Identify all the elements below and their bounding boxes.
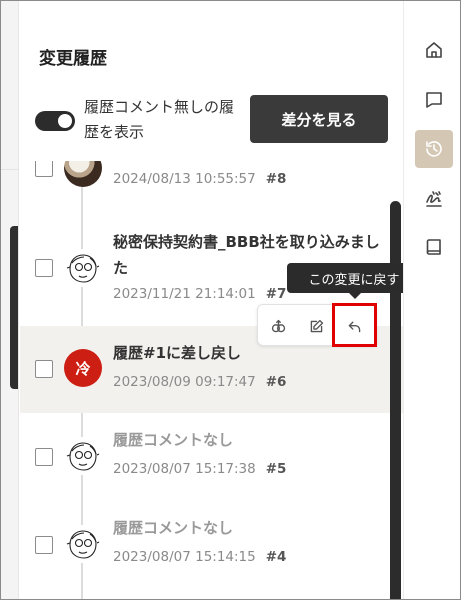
history-panel-frame: 変更履歴 履歴コメント無しの履歴を表示 差分を見る 2024/08/13 10:… (0, 0, 461, 600)
history-checkbox[interactable] (35, 360, 53, 378)
history-date: 2024/08/13 10:55:57 (113, 171, 256, 187)
book-icon (426, 239, 441, 255)
history-date: 2023/08/09 09:17:47 (113, 374, 256, 390)
right-icon-rail (403, 1, 460, 599)
sketch-face-icon (66, 254, 100, 283)
history-checkbox[interactable] (35, 536, 53, 554)
compare-button[interactable] (260, 305, 296, 347)
history-date: 2023/08/07 15:14:15 (113, 549, 256, 565)
rail-book[interactable] (415, 228, 453, 266)
rail-history[interactable] (415, 130, 453, 168)
view-diff-button[interactable]: 差分を見る (250, 95, 388, 143)
comment-icon (426, 92, 442, 108)
rail-home[interactable] (415, 31, 453, 69)
history-checkbox[interactable] (35, 259, 53, 277)
history-scrollbar[interactable] (390, 201, 401, 599)
history-item[interactable]: 履歴コメントなし 2023/08/07 15:14:15 #4 (20, 501, 403, 599)
avatar (64, 161, 102, 187)
history-number: #4 (265, 549, 287, 565)
tooltip: この変更に戻す (287, 263, 421, 299)
rail-signature[interactable] (415, 180, 453, 218)
history-icon (426, 141, 442, 157)
history-item[interactable]: 2024/08/13 10:55:57 #8 (20, 161, 403, 201)
avatar (64, 437, 102, 475)
sketch-face-icon (66, 442, 100, 471)
history-number: #5 (265, 461, 287, 477)
edit-icon (310, 319, 323, 332)
avatar: 冷 (64, 349, 102, 387)
edit-comment-button[interactable] (298, 305, 334, 347)
tooltip-text: この変更に戻す (308, 272, 400, 288)
rail-comments[interactable] (415, 81, 453, 119)
history-date: 2023/08/07 15:17:38 (113, 461, 256, 477)
history-number: #8 (265, 171, 287, 187)
history-number: #7 (265, 286, 287, 302)
avatar (64, 525, 102, 563)
history-item[interactable]: 履歴コメントなし 2023/08/07 15:17:38 #5 (20, 413, 403, 501)
panel-title: 変更履歴 (39, 49, 107, 69)
highlight-box (332, 303, 377, 347)
show-empty-comment-toggle[interactable] (35, 111, 75, 131)
history-checkbox[interactable] (35, 161, 53, 177)
sketch-face-icon (66, 530, 100, 559)
history-number: #6 (265, 374, 287, 390)
history-comment: 履歴コメントなし (113, 519, 234, 537)
signature-icon (426, 191, 442, 207)
avatar (64, 249, 102, 287)
document-scrollbar[interactable] (10, 226, 18, 389)
compare-icon (271, 319, 285, 332)
history-comment: 履歴コメントなし (113, 431, 234, 449)
home-icon (426, 42, 442, 58)
history-date: 2023/11/21 21:14:01 (113, 286, 256, 302)
history-checkbox[interactable] (35, 448, 53, 466)
toggle-label: 履歴コメント無しの履歴を表示 (84, 98, 235, 141)
history-list: 2024/08/13 10:55:57 #8 秘密保持契約書_BBB社を取り込みま… (20, 161, 403, 599)
